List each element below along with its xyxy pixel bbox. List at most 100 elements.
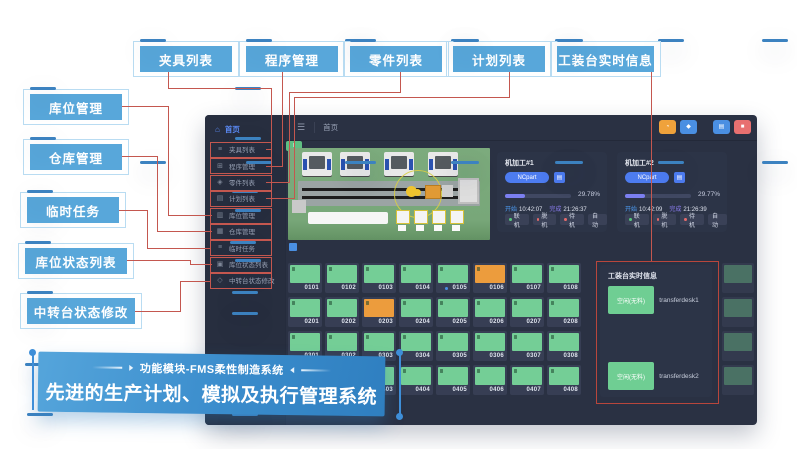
storage-tile[interactable]: 0406	[473, 365, 507, 395]
storage-tile[interactable]: 0106	[473, 263, 507, 293]
pallet-icon	[551, 267, 554, 271]
pallet-icon	[477, 369, 480, 373]
legend-chip[interactable]	[289, 243, 297, 251]
machine-mode-button[interactable]: 待机	[680, 214, 704, 225]
tile-id: 0208	[563, 319, 578, 325]
pallet-block	[475, 367, 505, 385]
storage-tile[interactable]: 0108	[547, 263, 581, 293]
progress-bar	[505, 194, 571, 198]
storage-tile[interactable]: 0407	[510, 365, 544, 395]
storage-tile[interactable]: 0307	[510, 331, 544, 361]
setup-substation	[398, 225, 406, 231]
storage-tile[interactable]: 0308	[547, 331, 581, 361]
callout-box: 程序管理	[246, 46, 338, 72]
callout-dash	[557, 39, 583, 42]
pallet-block	[364, 299, 394, 317]
mode-label: 脱机	[541, 211, 552, 229]
storage-tile[interactable]: 0101	[288, 263, 322, 293]
storage-tile-partial[interactable]	[722, 297, 754, 327]
machine-title: 机加工#1	[505, 158, 534, 168]
alarm-icon: ■	[741, 124, 745, 130]
storage-tile[interactable]: 0208	[547, 297, 581, 327]
storage-tile-partial[interactable]	[722, 365, 754, 395]
storage-tile[interactable]: 0202	[325, 297, 359, 327]
pallet-icon	[292, 267, 295, 271]
pallet-icon	[366, 335, 369, 339]
storage-tile[interactable]: 0306	[473, 331, 507, 361]
storage-tile[interactable]: 0105	[436, 263, 470, 293]
storage-tile[interactable]: 0305	[436, 331, 470, 361]
machine-mode-button[interactable]: 联机	[625, 214, 649, 225]
callout-dash	[235, 137, 261, 140]
pallet-icon	[514, 301, 517, 305]
storage-tile[interactable]: 0304	[399, 331, 433, 361]
machine-mode-button[interactable]: 联机	[505, 214, 529, 225]
storage-tile[interactable]: 0408	[547, 365, 581, 395]
tile-id: 0304	[415, 353, 430, 359]
settings-icon: ◔	[666, 124, 670, 130]
machine-status-buttons: 联机 脱机 待机 自动	[505, 214, 607, 225]
mode-label: 待机	[689, 211, 700, 229]
tile-id: 0102	[341, 285, 356, 291]
callout-dash	[762, 39, 788, 42]
callout-label: 程序管理	[265, 50, 319, 69]
tile-id: 0406	[489, 387, 504, 393]
annotation-line	[122, 156, 157, 157]
program-detail-button[interactable]: ▤	[554, 172, 565, 183]
storage-tile[interactable]: 0203	[362, 297, 396, 327]
storage-tile[interactable]: 0103	[362, 263, 396, 293]
storage-tile[interactable]: 0207	[510, 297, 544, 327]
callout-dash	[140, 161, 166, 164]
storage-tile[interactable]: 0204	[399, 297, 433, 327]
selected-marker	[445, 287, 448, 290]
storage-tile[interactable]: 0404	[399, 365, 433, 395]
progress-fill	[625, 194, 645, 198]
storage-tile[interactable]: 0104	[399, 263, 433, 293]
pallet-crate	[425, 185, 441, 199]
topbar-action-button[interactable]: ▤	[713, 120, 730, 134]
sidebar-home-label: 首页	[225, 124, 240, 135]
file-icon: ▤	[719, 124, 725, 130]
tile-id: 0204	[415, 319, 430, 325]
callout-box: 零件列表	[350, 46, 442, 72]
callout-box: 库位状态列表	[25, 248, 127, 274]
program-button[interactable]: NCpart	[505, 172, 549, 183]
program-detail-button[interactable]: ▤	[674, 172, 685, 183]
storage-tile-partial[interactable]	[722, 331, 754, 361]
topbar-action-button[interactable]: ■	[734, 120, 751, 134]
pallet-block	[475, 299, 505, 317]
machine-mode-button[interactable]: 自动	[588, 214, 607, 225]
machine-mode-button[interactable]: 脱机	[533, 214, 557, 225]
progress-percent: 29.78%	[578, 191, 600, 198]
pallet-icon	[440, 369, 443, 373]
tile-id: 0106	[489, 285, 504, 291]
machine-mode-button[interactable]: 待机	[560, 214, 584, 225]
breadcrumb: 首页	[314, 122, 338, 133]
callout-dash	[453, 161, 479, 164]
topbar-action-button[interactable]: ◔	[659, 120, 676, 134]
annotation-line	[400, 72, 401, 92]
overflow-tiles	[722, 263, 754, 395]
callout-dash	[232, 291, 258, 294]
storage-tile[interactable]: 0201	[288, 297, 322, 327]
load-station	[458, 178, 479, 204]
annotation-line	[157, 231, 212, 232]
callout-dash	[453, 39, 479, 42]
kicker-line	[92, 367, 122, 369]
storage-tile[interactable]: 0102	[325, 263, 359, 293]
storage-tile[interactable]: 0206	[473, 297, 507, 327]
machine-mode-button[interactable]: 脱机	[653, 214, 677, 225]
storage-tile[interactable]: 0107	[510, 263, 544, 293]
program-button[interactable]: NCpart	[625, 172, 669, 183]
hamburger-icon[interactable]: ☰	[297, 122, 305, 133]
storage-tile[interactable]: 0205	[436, 297, 470, 327]
machine-mode-button[interactable]: 自动	[708, 214, 727, 225]
setup-station	[396, 210, 410, 224]
annotation-line	[271, 88, 272, 150]
topbar-action-button[interactable]: ◆	[680, 120, 697, 134]
buffer-box	[442, 185, 453, 197]
sidebar-item-home[interactable]: ⌂ 首页	[215, 124, 240, 135]
storage-tile[interactable]: 0405	[436, 365, 470, 395]
storage-tile-partial[interactable]	[722, 263, 754, 293]
tile-id: 0206	[489, 319, 504, 325]
